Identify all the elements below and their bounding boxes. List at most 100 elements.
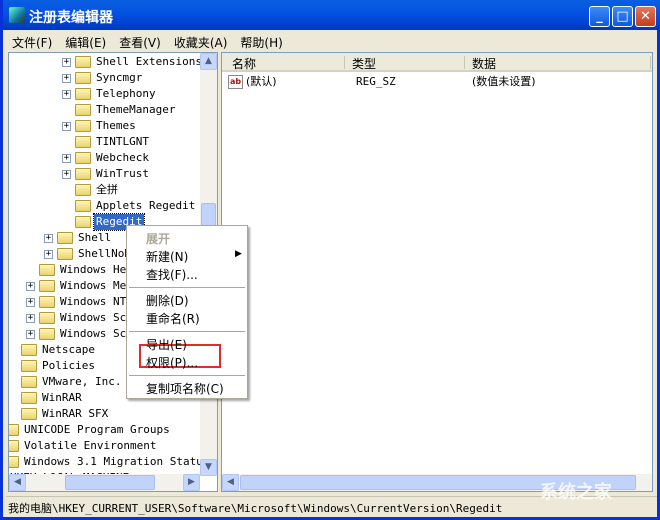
maximize-button[interactable]: □ [612, 6, 633, 27]
column-type[interactable]: 类型 [352, 55, 376, 72]
expand-icon[interactable]: + [26, 314, 35, 323]
tree-item[interactable]: + Syncmgr [9, 70, 204, 86]
title-bar: 注册表编辑器 _ □ ✕ [3, 0, 660, 30]
list-item[interactable]: ab (默认) REG_SZ (数值未设置) [226, 74, 646, 90]
context-menu-item[interactable]: 导出(E) [146, 336, 187, 353]
scroll-left-button[interactable]: ◀ [9, 474, 26, 491]
list-header: 名称 类型 数据 [222, 53, 652, 72]
tree-item-label: WinTrust [96, 167, 149, 180]
tree-item-label: WinRAR [42, 391, 82, 404]
tree-item[interactable]: WinRAR SFX [9, 406, 204, 422]
tree-item-label: VMware, Inc. [42, 375, 122, 388]
folder-icon [21, 392, 37, 404]
tree-item[interactable]: + Webcheck [9, 150, 204, 166]
folder-icon [75, 104, 91, 116]
tree-item-label: Shell [78, 231, 112, 244]
value-name: (默认) [246, 75, 277, 88]
scroll-down-button[interactable]: ▼ [200, 459, 217, 476]
tree-item[interactable]: UNICODE Program Groups [9, 422, 204, 438]
expand-icon[interactable]: + [62, 74, 71, 83]
tree-item[interactable]: Volatile Environment [9, 438, 204, 454]
tree-item-label: Windows 3.1 Migration Status [24, 455, 210, 468]
expand-icon[interactable]: + [62, 90, 71, 99]
menu-view[interactable]: 查看(V) [113, 30, 168, 51]
expand-icon[interactable]: + [62, 58, 71, 67]
scroll-right-button[interactable]: ▶ [183, 474, 200, 491]
tree-item[interactable]: + WinTrust [9, 166, 204, 182]
tree-item-label: Telephony [96, 87, 156, 100]
folder-icon [75, 56, 91, 68]
close-button[interactable]: ✕ [635, 6, 656, 27]
tree-item-label: Policies [42, 359, 95, 372]
expand-icon[interactable]: + [26, 330, 35, 339]
scroll-up-button[interactable]: ▲ [200, 53, 217, 70]
tree-item[interactable]: + Themes [9, 118, 204, 134]
context-menu-item[interactable]: 权限(P)... [146, 354, 198, 371]
folder-icon [39, 264, 55, 276]
menu-favorites[interactable]: 收藏夹(A) [168, 30, 235, 51]
list-scroll-left-button[interactable]: ◀ [222, 474, 239, 491]
folder-icon [39, 312, 55, 324]
expand-icon[interactable]: + [44, 234, 53, 243]
folder-open-icon [75, 216, 91, 228]
expand-icon[interactable]: + [62, 122, 71, 131]
window-title: 注册表编辑器 [29, 10, 113, 26]
tree-item[interactable]: Windows 3.1 Migration Status [9, 454, 209, 470]
value-data: (数值未设置) [472, 75, 536, 88]
expand-icon[interactable]: + [26, 298, 35, 307]
expand-icon[interactable]: + [62, 170, 71, 179]
values-list[interactable]: 名称 类型 数据 ab (默认) REG_SZ (数值未设置) ◀ [221, 52, 653, 492]
folder-icon [75, 152, 91, 164]
menu-edit[interactable]: 编辑(E) [59, 30, 113, 51]
menu-file[interactable]: 文件(F) [6, 30, 59, 51]
context-menu: 展开 新建(N) ▶ 查找(F)... 删除(D) 重命名(R) 导出(E) 权限(P)...… [126, 225, 248, 399]
registry-editor-window: 注册表编辑器 _ □ ✕ 文件(F) 编辑(E) 查看(V) 收藏夹(A) 帮助… [0, 0, 660, 520]
tree-item-label: Volatile Environment [24, 439, 157, 452]
expand-icon[interactable]: + [44, 250, 53, 259]
folder-icon [75, 168, 91, 180]
tree-item[interactable]: 全拼 [9, 182, 204, 198]
tree-item[interactable]: + Shell Extensions [9, 54, 204, 70]
expand-icon[interactable]: + [62, 154, 71, 163]
folder-icon [57, 232, 73, 244]
minimize-button[interactable]: _ [589, 6, 610, 27]
submenu-arrow-icon: ▶ [235, 249, 242, 259]
folder-icon [21, 344, 37, 356]
expand-icon[interactable]: + [26, 282, 35, 291]
context-menu-item[interactable]: 删除(D) [146, 292, 189, 309]
context-menu-item[interactable]: 展开 [146, 230, 170, 247]
tree-item[interactable]: Applets Regedit [9, 198, 204, 214]
column-name[interactable]: 名称 [232, 55, 256, 72]
tree-item-label: 全拼 [96, 183, 118, 196]
tree-item[interactable]: + Telephony [9, 86, 204, 102]
folder-icon [75, 72, 91, 84]
folder-icon [39, 296, 55, 308]
tree-item-label: Netscape [42, 343, 95, 356]
tree-item[interactable]: ThemeManager [9, 102, 204, 118]
menu-help[interactable]: 帮助(H) [234, 30, 289, 51]
context-menu-item[interactable]: 复制项名称(C) [146, 380, 224, 397]
folder-icon [9, 440, 19, 452]
tree-item-label: Themes [96, 119, 136, 132]
folder-icon [75, 88, 91, 100]
regedit-app-icon [9, 7, 25, 23]
tree-item[interactable]: TINTLGNT [9, 134, 204, 150]
tree-item-label: Webcheck [96, 151, 149, 164]
folder-icon [75, 120, 91, 132]
context-menu-item[interactable]: 重命名(R) [146, 310, 200, 327]
menu-separator [129, 375, 245, 376]
tree-item-label: UNICODE Program Groups [24, 423, 170, 436]
tree-horizontal-scrollbar[interactable]: ◀ ▶ [9, 474, 200, 491]
menu-separator [129, 331, 245, 332]
menu-separator [129, 287, 245, 288]
folder-icon [9, 424, 19, 436]
folder-icon [57, 248, 73, 260]
tree-item-label: Applets Regedit [96, 199, 196, 212]
column-data[interactable]: 数据 [472, 55, 496, 72]
tree-item-label: WinRAR SFX [42, 407, 109, 420]
context-menu-item[interactable]: 新建(N) [146, 248, 188, 265]
tree-item-label: TINTLGNT [96, 135, 149, 148]
h-scroll-thumb[interactable] [65, 475, 155, 490]
folder-icon [9, 456, 19, 468]
context-menu-item[interactable]: 查找(F)... [146, 266, 198, 283]
